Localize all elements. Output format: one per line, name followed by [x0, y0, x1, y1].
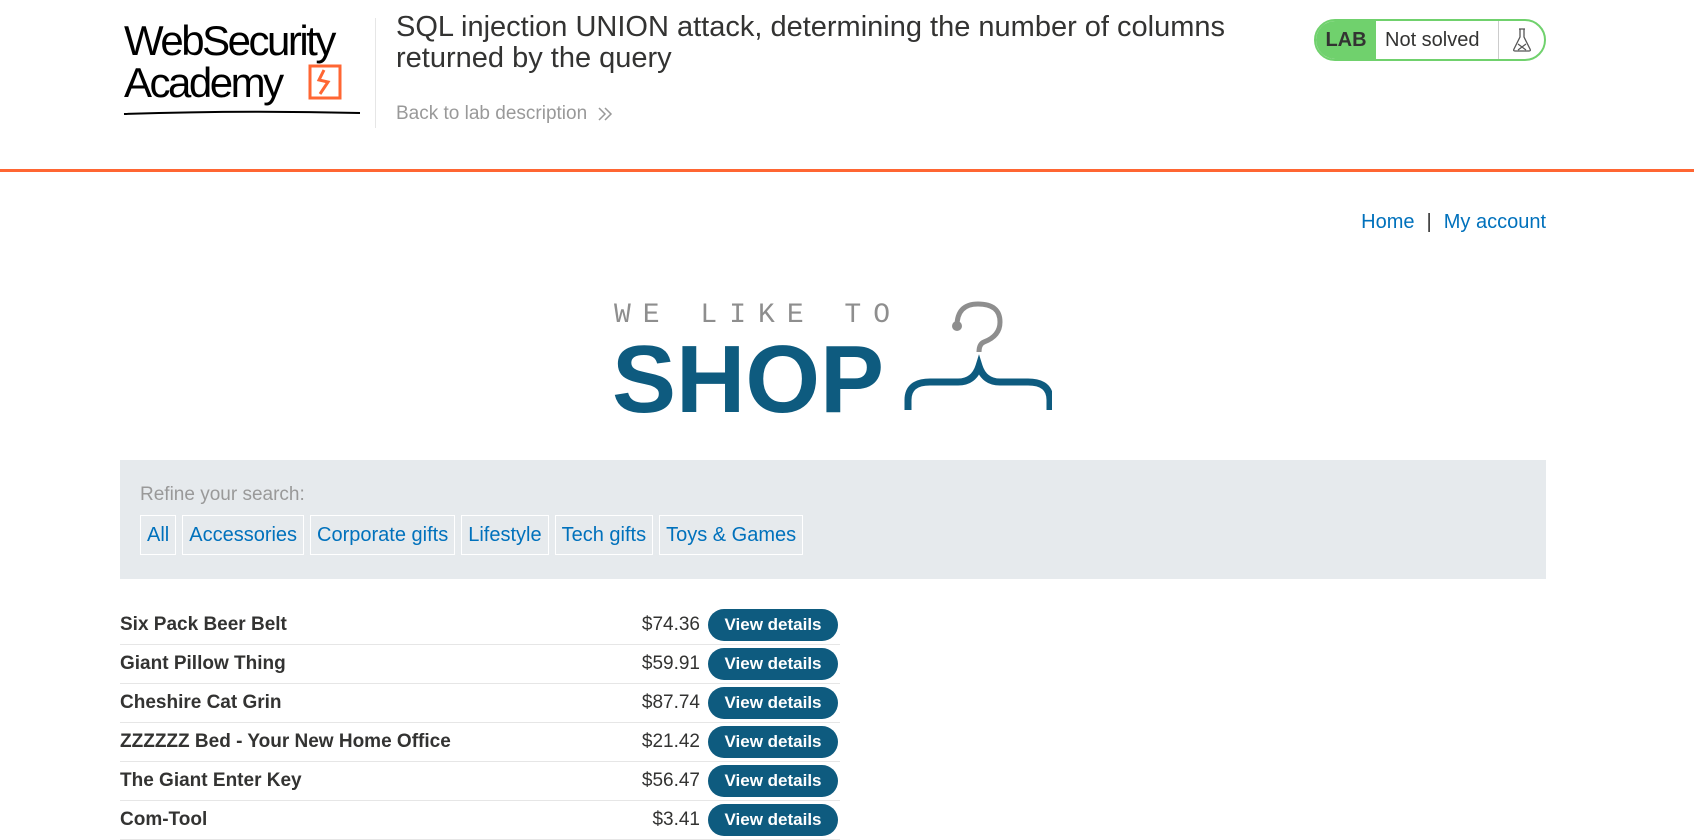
- lab-status-widget: LAB Not solved: [1314, 19, 1546, 61]
- view-details-button[interactable]: View details: [708, 726, 838, 758]
- view-details-button[interactable]: View details: [708, 765, 838, 797]
- product-price: $21.42: [641, 731, 700, 752]
- lab-title: SQL injection UNION attack, determining …: [396, 11, 1226, 74]
- table-row: Com-Tool $3.41 View details: [120, 801, 840, 840]
- table-row: The Giant Enter Key $56.47 View details: [120, 762, 840, 801]
- product-table: Six Pack Beer Belt $74.36 View details G…: [120, 606, 840, 840]
- logo-underline-icon: [123, 110, 361, 115]
- view-details-button[interactable]: View details: [708, 609, 838, 641]
- logo-line-2: Academy: [124, 59, 284, 106]
- view-details-button[interactable]: View details: [708, 804, 838, 836]
- web-security-academy-logo[interactable]: WebSecurity Academy: [120, 18, 376, 128]
- filter-lifestyle[interactable]: Lifestyle: [461, 515, 549, 555]
- top-nav: Home | My account: [1361, 211, 1546, 234]
- product-price: $59.91: [641, 653, 700, 674]
- logo-line-1: WebSecurity: [124, 17, 336, 64]
- product-name: ZZZZZZ Bed - Your New Home Office: [120, 731, 451, 752]
- filter-tech-gifts[interactable]: Tech gifts: [554, 515, 654, 555]
- view-details-button[interactable]: View details: [708, 648, 838, 680]
- table-row: Six Pack Beer Belt $74.36 View details: [120, 606, 840, 645]
- product-name: Cheshire Cat Grin: [120, 692, 282, 713]
- product-name: Giant Pillow Thing: [120, 653, 286, 674]
- shop-logo: WE LIKE TO SHOP: [612, 296, 1054, 433]
- shop-logo-word: SHOP: [612, 326, 884, 416]
- product-name: The Giant Enter Key: [120, 770, 302, 791]
- filter-accessories[interactable]: Accessories: [182, 515, 305, 555]
- product-price: $3.41: [652, 809, 700, 830]
- flask-icon: [1498, 21, 1544, 59]
- view-details-button[interactable]: View details: [708, 687, 838, 719]
- home-link[interactable]: Home: [1361, 211, 1414, 234]
- table-row: Cheshire Cat Grin $87.74 View details: [120, 684, 840, 723]
- product-name: Six Pack Beer Belt: [120, 614, 287, 635]
- nav-separator: |: [1426, 211, 1432, 233]
- lab-badge: LAB: [1316, 21, 1376, 59]
- filter-all[interactable]: All: [140, 515, 177, 555]
- product-price: $74.36: [641, 614, 700, 635]
- product-price: $56.47: [641, 770, 700, 791]
- category-filters: All Accessories Corporate gifts Lifestyl…: [140, 515, 804, 555]
- academy-header: WebSecurity Academy SQL injection UNION …: [0, 0, 1694, 172]
- filter-corporate-gifts[interactable]: Corporate gifts: [310, 515, 456, 555]
- product-name: Com-Tool: [120, 809, 208, 830]
- table-row: Giant Pillow Thing $59.91 View details: [120, 645, 840, 684]
- clothes-hanger-icon: [904, 301, 1054, 410]
- product-price: $87.74: [641, 692, 700, 713]
- my-account-link[interactable]: My account: [1444, 211, 1546, 234]
- lab-title-block: SQL injection UNION attack, determining …: [396, 12, 1276, 74]
- refine-search-label: Refine your search:: [140, 484, 305, 505]
- refine-search-panel: Refine your search: All Accessories Corp…: [120, 460, 1546, 579]
- lab-status-text: Not solved: [1385, 28, 1480, 51]
- table-row: ZZZZZZ Bed - Your New Home Office $21.42…: [120, 723, 840, 762]
- back-to-lab-description-link[interactable]: Back to lab description: [396, 103, 613, 125]
- filter-toys-and-games[interactable]: Toys & Games: [659, 515, 804, 555]
- back-link-label: Back to lab description: [396, 103, 588, 124]
- double-chevron-right-icon: [598, 107, 613, 121]
- academy-logo-mark-icon: [308, 64, 342, 100]
